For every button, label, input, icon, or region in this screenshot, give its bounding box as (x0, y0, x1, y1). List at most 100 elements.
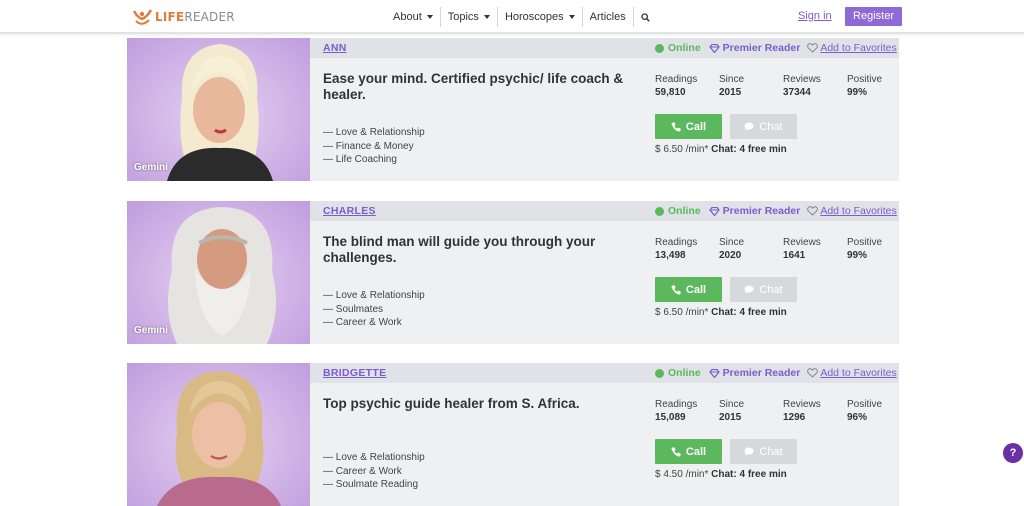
call-button[interactable]: Call (655, 114, 722, 139)
reader-card: Gemini CHARLES Online Premier Reader Add… (127, 201, 899, 344)
stat-since: Since 2015 (719, 74, 745, 98)
topic-item: — Finance & Money (323, 140, 414, 152)
reader-price: $ 6.50 /min* Chat: 4 free min (655, 144, 787, 155)
reader-price: $ 4.50 /min* Chat: 4 free min (655, 469, 787, 480)
chat-button[interactable]: Chat (730, 114, 797, 139)
premier-reader-badge: Premier Reader (708, 367, 800, 379)
nav-horoscopes[interactable]: Horoscopes (496, 7, 582, 27)
chevron-down-icon (568, 15, 575, 19)
reader-photo[interactable] (127, 363, 310, 506)
reader-topbar: BRIDGETTE Online Premier Reader Add to F… (310, 363, 899, 383)
search-button[interactable] (632, 7, 657, 27)
chevron-down-icon (483, 15, 490, 19)
add-to-favorites-link[interactable]: Add to Favorites (807, 367, 897, 379)
topic-item: — Love & Relationship (323, 127, 425, 138)
online-dot-icon (655, 206, 664, 216)
search-icon (641, 12, 650, 22)
chat-bubble-icon (744, 447, 754, 456)
phone-icon (671, 447, 681, 456)
sign-in-link[interactable]: Sign in (798, 10, 832, 22)
nav-topics[interactable]: Topics (439, 7, 497, 27)
chat-bubble-icon (744, 122, 754, 131)
stat-readings: Readings 13,498 (655, 237, 698, 261)
reader-headline: Ease your mind. Certified psychic/ life … (323, 71, 624, 102)
stat-positive: Positive 99% (847, 237, 883, 261)
reader-headline: The blind man will guide you through you… (323, 234, 596, 265)
reader-portrait (168, 207, 276, 344)
heart-icon (807, 368, 819, 378)
phone-icon (671, 122, 681, 131)
nav-about[interactable]: About (386, 7, 440, 27)
site-header: LIFEREADER About Topics Horoscopes Artic… (0, 0, 1024, 34)
reader-topics: — Love & Relationship — Soulmates — Care… (323, 289, 425, 330)
online-dot-icon (655, 368, 664, 378)
logo-text: LIFEREADER (155, 10, 235, 24)
reader-topbar: CHARLES Online Premier Reader Add to Fav… (310, 201, 899, 221)
reader-headline: Top psychic guide healer from S. Africa. (323, 396, 580, 411)
stat-positive: Positive 99% (847, 74, 883, 98)
reader-card: BRIDGETTE Online Premier Reader Add to F… (127, 363, 899, 506)
chat-button[interactable]: Chat (730, 277, 797, 302)
chat-button[interactable]: Chat (730, 439, 797, 464)
topic-item: — Career & Work (323, 317, 402, 329)
topic-item: — Love & Relationship (323, 452, 425, 463)
topic-item: — Soulmate Reading (323, 479, 419, 491)
online-label: Online (668, 42, 701, 54)
stat-readings: Readings 59,810 (655, 74, 698, 98)
reader-stats: Readings 13,498 Since 2020 Reviews 1641 Pos… (655, 236, 895, 262)
reader-portrait (157, 371, 281, 506)
chevron-down-icon (426, 15, 433, 19)
call-button[interactable]: Call (655, 439, 722, 464)
stat-positive: Positive 96% (847, 399, 883, 423)
reader-topics: — Love & Relationship — Career & Work — … (323, 451, 425, 492)
reader-stats: Readings 59,810 Since 2015 Reviews 37344 Po… (655, 73, 895, 99)
lifereader-logo[interactable]: LIFEREADER (131, 6, 235, 28)
heart-icon (807, 206, 819, 216)
phone-icon (671, 285, 681, 294)
reader-status: Online Premier Reader Add to Favorites (655, 205, 897, 217)
add-to-favorites-link[interactable]: Add to Favorites (807, 205, 897, 217)
add-to-favorites-link[interactable]: Add to Favorites (807, 42, 897, 54)
stat-since: Since 2020 (719, 237, 745, 261)
reader-portrait (167, 44, 273, 181)
reader-price: $ 6.50 /min* Chat: 4 free min (655, 307, 787, 318)
reader-stats: Readings 15,089 Since 2015 Reviews 1296 Pos… (655, 398, 895, 424)
nav-articles[interactable]: Articles (581, 7, 633, 27)
reader-card: Gemini ANN Online Premier Reader Add to … (127, 38, 899, 181)
topic-item: — Love & Relationship (323, 290, 425, 301)
zodiac-sign: Gemini (134, 162, 168, 173)
stat-reviews: Reviews 1641 (783, 237, 821, 261)
online-label: Online (668, 205, 701, 217)
stat-reviews: Reviews 1296 (783, 399, 821, 423)
topic-item: — Life Coaching (323, 154, 397, 166)
zodiac-sign: Gemini (134, 325, 168, 336)
reader-status: Online Premier Reader Add to Favorites (655, 367, 897, 379)
heart-icon (807, 43, 819, 53)
reader-topics: — Love & Relationship — Finance & Money … (323, 126, 425, 167)
stat-reviews: Reviews 37344 (783, 74, 821, 98)
online-label: Online (668, 367, 701, 379)
reader-status: Online Premier Reader Add to Favorites (655, 42, 897, 54)
diamond-icon (708, 43, 720, 53)
main-nav: About Topics Horoscopes Articles (386, 0, 657, 34)
premier-reader-badge: Premier Reader (708, 205, 800, 217)
reader-photo[interactable]: Gemini (127, 38, 310, 181)
premier-reader-badge: Premier Reader (708, 42, 800, 54)
chat-bubble-icon (744, 285, 754, 294)
logo-figure-icon (132, 9, 153, 25)
online-dot-icon (655, 43, 664, 53)
reader-name-link[interactable]: ANN (323, 42, 347, 54)
topic-item: — Career & Work (323, 465, 402, 477)
reader-photo[interactable]: Gemini (127, 201, 310, 344)
stat-readings: Readings 15,089 (655, 399, 698, 423)
stat-since: Since 2015 (719, 399, 745, 423)
topic-item: — Soulmates (323, 303, 384, 315)
diamond-icon (708, 368, 720, 378)
reader-name-link[interactable]: CHARLES (323, 205, 376, 217)
call-button[interactable]: Call (655, 277, 722, 302)
register-button[interactable]: Register (845, 7, 902, 26)
reader-name-link[interactable]: BRIDGETTE (323, 367, 386, 379)
reader-topbar: ANN Online Premier Reader Add to Favorit… (310, 38, 899, 58)
help-button[interactable]: ? (1003, 443, 1023, 463)
diamond-icon (708, 206, 720, 216)
